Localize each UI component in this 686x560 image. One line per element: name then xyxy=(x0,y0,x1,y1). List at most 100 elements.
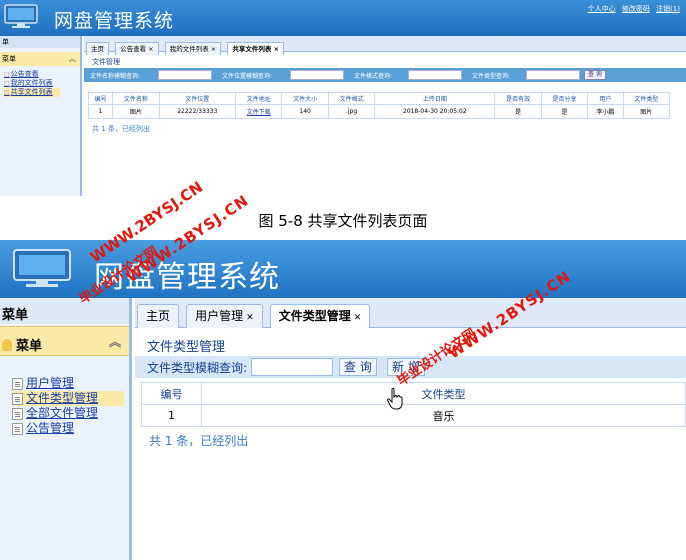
query-button[interactable]: 查 询 xyxy=(584,70,606,80)
column-header[interactable]: 文件格式 xyxy=(327,92,376,105)
collapse-chevron-icon[interactable]: ︽ xyxy=(69,52,76,66)
file-format-search-input[interactable] xyxy=(408,70,462,80)
file-download-link[interactable]: 文件下载 xyxy=(235,104,283,119)
logout-link[interactable]: 注销(1) xyxy=(656,5,680,13)
sidebar-items: 公告查看 我的文件列表 共享文件列表 xyxy=(0,70,80,97)
sidebar: 菜单 菜单 ︽ 用户管理 文件类型管理 全部文件管理 公告管理 xyxy=(0,298,132,560)
hand-pointer-icon xyxy=(387,388,403,410)
file-location-search-input[interactable] xyxy=(290,70,344,80)
panel-title: 文件类型管理 xyxy=(147,340,226,355)
table-cell: 140 xyxy=(281,104,329,119)
search-toolbar: 文件名称模糊查询: 文件位置模糊查询: 文件格式查询: 文件类型查询: 查 询 xyxy=(84,68,686,82)
table-cell: 1 xyxy=(87,104,114,119)
table-cell: 22222/33333 xyxy=(158,104,237,119)
page: 网盘管理系统 个人中心 修改密码 注销(1) 单 菜单 ︽ 公告查看 我的文件列… xyxy=(0,0,686,560)
file-location-search-label: 文件位置模糊查询: xyxy=(222,73,273,80)
column-header[interactable]: 文件位置 xyxy=(158,92,237,105)
tab-announcements[interactable]: 公告查看 × xyxy=(115,42,159,55)
main-panel: 主页 公告查看 × 我的文件列表 × 共享文件列表 × 文件管理 文件名称模糊查… xyxy=(84,36,686,196)
main-panel: 主页 用户管理 ✕ 文件类型管理 ✕ 文件类型管理 文件类型模糊查询: 查 询 新 … xyxy=(135,298,686,560)
shared-files-screenshot: 网盘管理系统 个人中心 修改密码 注销(1) 单 菜单 ︽ 公告查看 我的文件列… xyxy=(0,0,686,196)
record-count: 共 1 条，已经列出 xyxy=(149,434,249,448)
column-header[interactable]: 上传日期 xyxy=(374,92,496,105)
menu-accordion[interactable]: 菜单 ︽ xyxy=(0,52,80,66)
table-cell: 是 xyxy=(540,104,589,119)
tab-label: 文件类型管理 xyxy=(278,309,351,323)
document-icon xyxy=(12,392,23,405)
table-cell: 李小鹏 xyxy=(587,104,624,119)
file-name-search-input[interactable] xyxy=(158,70,212,80)
column-header-file-type[interactable]: 文件类型 xyxy=(201,382,686,405)
header-links: 个人中心 修改密码 注销(1) xyxy=(584,4,680,14)
figure-caption: 图 5-8 共享文件列表页面 xyxy=(258,212,428,230)
column-header[interactable]: 是否有效 xyxy=(494,92,542,105)
file-format-search-label: 文件格式查询: xyxy=(354,73,393,80)
table-cell: 音乐 xyxy=(201,404,686,427)
column-header[interactable]: 是否分享 xyxy=(540,92,589,105)
sidebar-item-label: 用户管理 xyxy=(26,376,75,390)
shared-files-table: 编号 文件名称 文件位置 文件地址 文件大小 文件格式 上传日期 是否有效 是否… xyxy=(87,92,671,119)
tab-home[interactable]: 主页 xyxy=(86,42,109,55)
lightbulb-icon xyxy=(2,339,12,351)
collapse-chevron-icon[interactable]: ︽ xyxy=(109,333,121,350)
monitor-logo-icon xyxy=(4,4,38,28)
change-password-link[interactable]: 修改密码 xyxy=(622,5,650,13)
sidebar-item-all-files-management[interactable]: 全部文件管理 xyxy=(12,406,129,421)
column-header[interactable]: 文件类型 xyxy=(622,92,671,105)
tab-file-type-management[interactable]: 文件类型管理 ✕ xyxy=(269,304,371,328)
close-tab-icon[interactable]: ✕ xyxy=(246,313,254,323)
column-header[interactable]: 文件大小 xyxy=(281,92,329,105)
tab-home[interactable]: 主页 xyxy=(137,304,180,328)
column-header-id[interactable]: 编号 xyxy=(141,382,202,405)
tab-shared-files[interactable]: 共享文件列表 × xyxy=(227,42,285,55)
table-cell: 2018-04-30 20:05:02 xyxy=(374,104,496,119)
document-icon xyxy=(12,407,23,420)
tab-label: 用户管理 xyxy=(195,309,244,323)
table-cell: 图片 xyxy=(622,104,671,119)
table-cell: 是 xyxy=(494,104,542,119)
tab-bar: 主页 公告查看 × 我的文件列表 × 共享文件列表 × xyxy=(84,36,686,55)
sidebar-item-file-type-management[interactable]: 文件类型管理 xyxy=(12,391,124,406)
menu-label: 菜单 xyxy=(16,339,43,354)
file-types-table: 编号 文件类型 1 音乐 xyxy=(141,382,686,427)
menu-accordion[interactable]: 菜单 ︽ xyxy=(0,326,129,356)
sidebar: 单 菜单 ︽ 公告查看 我的文件列表 共享文件列表 xyxy=(0,36,82,196)
file-type-search-input[interactable] xyxy=(526,70,580,80)
tab-user-management[interactable]: 用户管理 ✕ xyxy=(186,304,263,328)
close-tab-icon[interactable]: ✕ xyxy=(354,313,362,323)
table-header-row: 编号 文件名称 文件位置 文件地址 文件大小 文件格式 上传日期 是否有效 是否… xyxy=(87,92,671,105)
profile-link[interactable]: 个人中心 xyxy=(588,5,616,13)
table-cell: 图片 xyxy=(112,104,160,119)
table-row[interactable]: 1 音乐 xyxy=(141,404,686,427)
sidebar-item-shared-files[interactable]: 共享文件列表 xyxy=(4,88,60,97)
tab-label: 主页 xyxy=(146,309,171,323)
file-type-search-label: 文件类型模糊查询: xyxy=(147,361,248,375)
table-cell: 1 xyxy=(141,404,202,427)
table-cell: .jpg xyxy=(327,104,376,119)
sidebar-item-label: 文件类型管理 xyxy=(26,391,99,405)
app-title: 网盘管理系统 xyxy=(54,10,175,32)
column-header[interactable]: 用户 xyxy=(587,92,624,105)
file-type-search-label: 文件类型查询: xyxy=(472,73,511,80)
sidebar-items: 用户管理 文件类型管理 全部文件管理 公告管理 xyxy=(0,376,129,436)
table-header-row: 编号 文件类型 xyxy=(141,382,686,405)
sidebar-header: 单 xyxy=(0,36,80,48)
tab-my-files[interactable]: 我的文件列表 × xyxy=(164,42,222,55)
column-header[interactable]: 文件名称 xyxy=(112,92,160,105)
table-row[interactable]: 1 图片 22222/33333 文件下载 140 .jpg 2018-04-3… xyxy=(87,104,671,119)
menu-label: 菜单 xyxy=(2,55,16,63)
file-type-search-input[interactable] xyxy=(251,358,333,376)
sidebar-header: 菜单 xyxy=(0,298,129,324)
column-header[interactable]: 文件地址 xyxy=(235,92,283,105)
column-header[interactable]: 编号 xyxy=(87,92,114,105)
sidebar-item-announcement-management[interactable]: 公告管理 xyxy=(12,421,129,436)
record-count: 共 1 条，已经列出 xyxy=(92,125,150,133)
sidebar-item-announcements[interactable]: 公告查看 xyxy=(4,70,80,79)
sidebar-item-my-files[interactable]: 我的文件列表 xyxy=(4,79,80,88)
query-button[interactable]: 查 询 xyxy=(339,358,377,376)
sidebar-item-label: 全部文件管理 xyxy=(26,406,99,420)
app-header: 网盘管理系统 个人中心 修改密码 注销(1) xyxy=(0,0,686,36)
file-name-search-label: 文件名称模糊查询: xyxy=(90,73,141,80)
sidebar-item-user-management[interactable]: 用户管理 xyxy=(12,376,129,391)
monitor-logo-icon xyxy=(13,249,71,287)
